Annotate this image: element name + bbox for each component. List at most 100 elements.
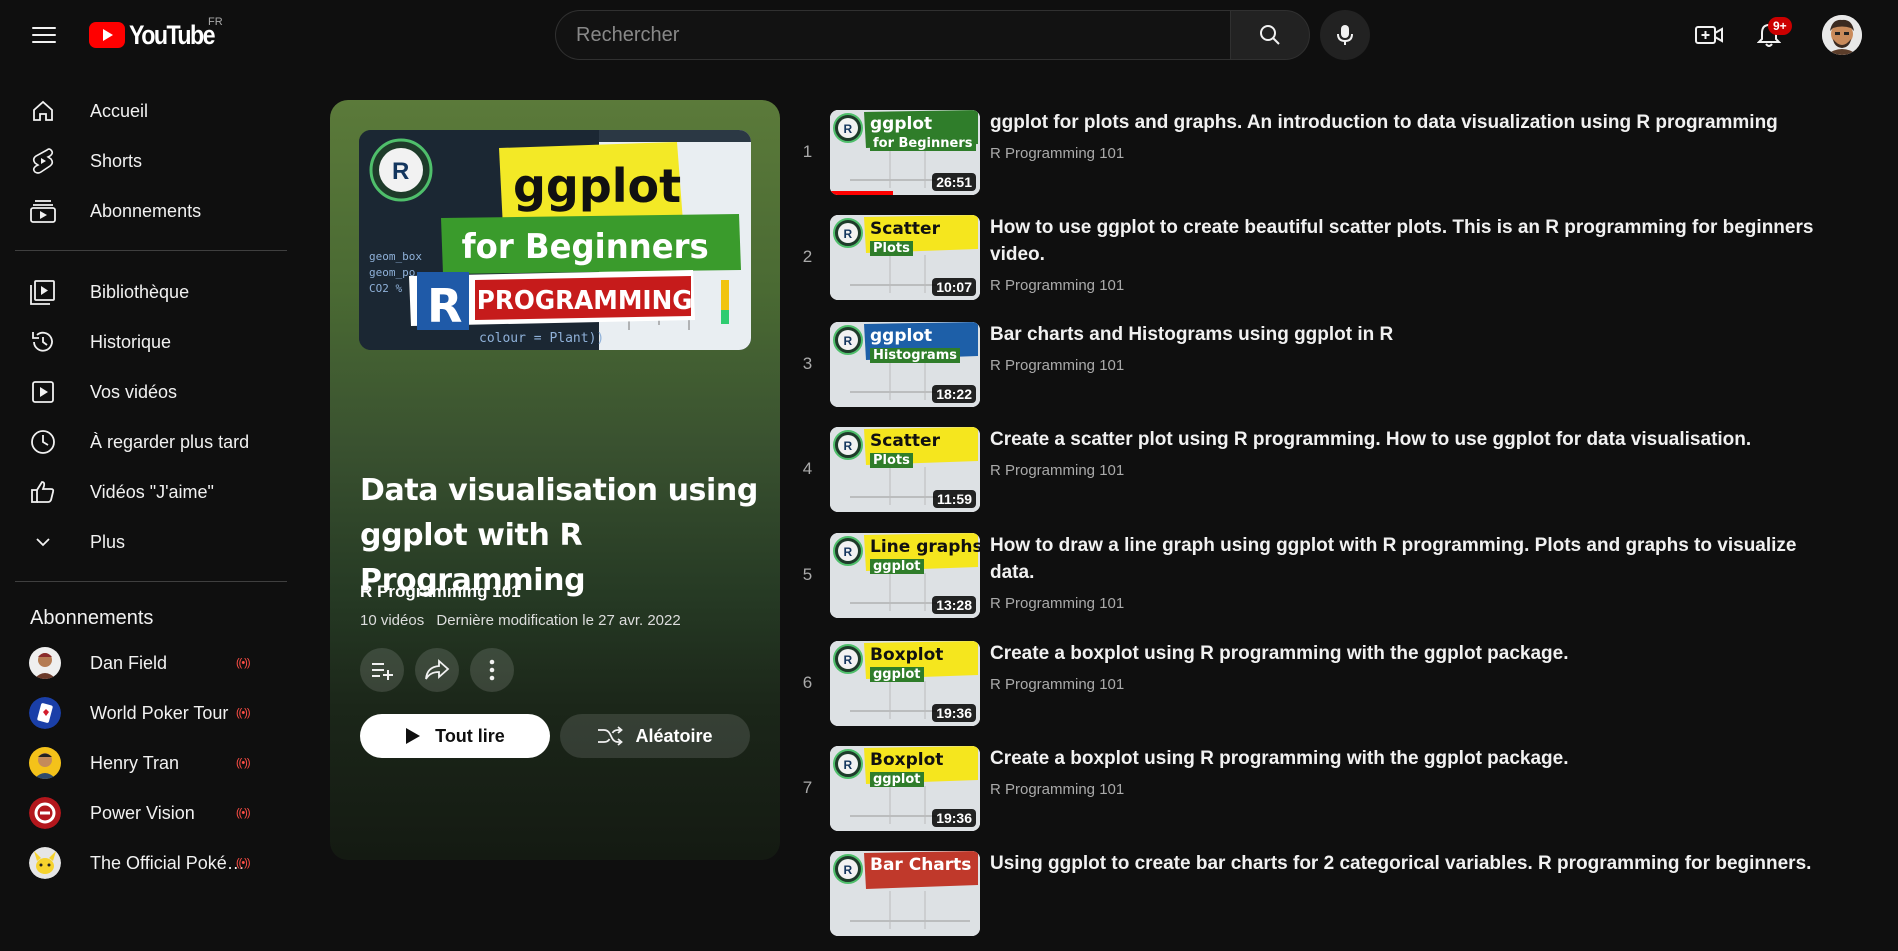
video-title[interactable]: Create a boxplot using R programming wit… [990,640,1840,667]
live-indicator-icon: ((•)) [236,757,250,769]
account-avatar[interactable] [1822,15,1862,55]
sidebar-item-label: Plus [90,531,126,552]
home-icon [29,97,57,125]
last-modified: Dernière modification le 27 avr. 2022 [436,612,681,629]
sidebar-item-history[interactable]: Historique [15,318,285,366]
sidebar-item-subscriptions[interactable]: Abonnements [15,187,285,235]
sidebar-item-label: À regarder plus tard [90,431,250,452]
play-all-button[interactable]: Tout lire [360,714,550,758]
playlist-video-row[interactable]: 4 R Scatter Plots 11:59 Create a scatter plot… [790,427,1890,527]
search-icon [1260,25,1280,45]
shuffle-button[interactable]: Aléatoire [560,714,750,758]
playlist-thumbnail[interactable]: R ggplot for Beginners R PROGRAMMING col… [359,130,751,350]
sidebar-item-label: Historique [90,331,172,352]
video-thumbnail[interactable]: Rggplot for Beginners 26:51 [830,110,980,195]
sidebar-item-home[interactable]: Accueil [15,87,285,135]
sidebar-divider [15,250,287,251]
search-button[interactable] [1230,10,1310,60]
video-title[interactable]: Create a scatter plot using R programmin… [990,426,1840,453]
play-icon [406,728,421,744]
create-video-button[interactable] [1690,16,1728,54]
watch-progress-bar [830,191,893,195]
video-channel[interactable]: R Programming 101 [990,462,1124,479]
video-thumbnail[interactable]: Rggplot Histograms 18:22 [830,322,980,407]
playlist-video-row[interactable]: 7 R Boxplot ggplot 19:36 Create a boxplot usi… [790,746,1890,846]
sidebar-divider [15,581,287,582]
video-thumbnail[interactable]: R Bar Charts [830,851,980,936]
svg-text:ggplot: ggplot [513,159,681,213]
playlist-video-row[interactable]: 1 Rggplot for Beginners 26:51 ggplot for plo… [790,110,1890,210]
menu-icon[interactable] [26,19,62,51]
subscription-item[interactable]: Power Vision ((•)) [15,789,285,837]
video-title[interactable]: Create a boxplot using R programming wit… [990,745,1840,772]
thumbnail-caption: ggplot [870,326,933,346]
video-title[interactable]: ggplot for plots and graphs. An introduc… [990,109,1840,136]
video-title[interactable]: How to draw a line graph using ggplot wi… [990,532,1840,586]
subscription-name: Henry Tran [90,752,180,773]
svg-text:R: R [844,122,853,136]
sidebar-item-more[interactable]: Plus [15,518,285,566]
subscription-item[interactable]: The Official Poké… ((•)) [15,839,285,887]
sidebar-item-your-videos[interactable]: Vos vidéos [15,368,285,416]
video-duration: 19:36 [932,704,976,722]
more-options-button[interactable] [470,648,514,692]
watch-later-icon [29,428,57,456]
svg-text:PROGRAMMING: PROGRAMMING [477,284,693,315]
sidebar: Accueil Shorts Abonnements Bibliothèque … [0,70,290,888]
video-thumbnail[interactable]: R Scatter Plots 10:07 [830,215,980,300]
sidebar-item-liked-videos[interactable]: Vidéos "J'aime" [15,468,285,516]
video-thumbnail[interactable]: R Line graphs ggplot 13:28 [830,533,980,618]
video-thumbnail[interactable]: R Boxplot ggplot 19:36 [830,641,980,726]
subscription-name: Power Vision [90,802,195,823]
sidebar-item-watch-later[interactable]: À regarder plus tard [15,418,285,466]
playlist-video-row[interactable]: 5 R Line graphs ggplot 13:28 How to draw a li… [790,533,1890,633]
playlist-video-row[interactable]: 2 R Scatter Plots 10:07 How to use ggplot to … [790,215,1890,315]
sidebar-item-shorts[interactable]: Shorts [15,137,285,185]
video-index: 6 [802,673,813,692]
video-duration: 19:36 [932,809,976,827]
video-index: 4 [802,459,813,478]
subscription-item[interactable]: Henry Tran ((•)) [15,739,285,787]
chevron-down-icon [29,528,57,556]
library-icon [29,278,57,306]
playlist-video-row[interactable]: 3 Rggplot Histograms 18:22 Bar charts and Hi… [790,322,1890,422]
video-index: 2 [802,247,813,266]
subscription-item[interactable]: Dan Field ((•)) [15,639,285,687]
microphone-icon [1337,25,1353,45]
subscription-item[interactable]: World Poker Tour ((•)) [15,689,285,737]
playlist-video-row[interactable]: R Bar Charts Using ggplot to create bar ch… [790,851,1890,951]
shuffle-label: Aléatoire [635,725,713,746]
video-title[interactable]: Bar charts and Histograms using ggplot i… [990,321,1840,348]
video-channel[interactable]: R Programming 101 [990,781,1124,798]
subscriptions-icon [29,197,57,225]
save-playlist-button[interactable] [360,648,404,692]
live-indicator-icon: ((•)) [236,807,250,819]
video-title[interactable]: How to use ggplot to create beautiful sc… [990,214,1840,268]
video-channel[interactable]: R Programming 101 [990,595,1124,612]
search-input[interactable] [555,10,1230,60]
channel-avatar [29,697,61,729]
svg-text:R: R [844,439,853,453]
sidebar-item-library[interactable]: Bibliothèque [15,268,285,316]
channel-avatar [29,747,61,779]
video-thumbnail[interactable]: R Scatter Plots 11:59 [830,427,980,512]
video-channel[interactable]: R Programming 101 [990,676,1124,693]
video-channel[interactable]: R Programming 101 [990,357,1124,374]
playlist-thumbnail-art: R ggplot for Beginners R PROGRAMMING col… [359,130,751,350]
thumbnail-subcaption: ggplot [870,772,924,787]
channel-avatar [29,847,61,879]
playlist-meta: 10 vidéos Dernière modification le 27 av… [360,612,689,629]
video-thumbnail[interactable]: R Boxplot ggplot 19:36 [830,746,980,831]
voice-search-button[interactable] [1320,10,1370,60]
playlist-video-row[interactable]: 6 R Boxplot ggplot 19:36 Create a boxplot usi… [790,641,1890,741]
share-button[interactable] [415,648,459,692]
video-channel[interactable]: R Programming 101 [990,277,1124,294]
thumbnail-caption: ggplot [870,114,933,134]
thumbnail-caption: Line graphs [870,537,980,557]
video-channel[interactable]: R Programming 101 [990,145,1124,162]
sidebar-item-label: Abonnements [90,200,202,221]
video-title[interactable]: Using ggplot to create bar charts for 2 … [990,850,1840,877]
playlist-channel-link[interactable]: R Programming 101 [360,582,521,602]
svg-text:colour = Plant)): colour = Plant)) [479,331,604,346]
share-icon [425,659,450,680]
